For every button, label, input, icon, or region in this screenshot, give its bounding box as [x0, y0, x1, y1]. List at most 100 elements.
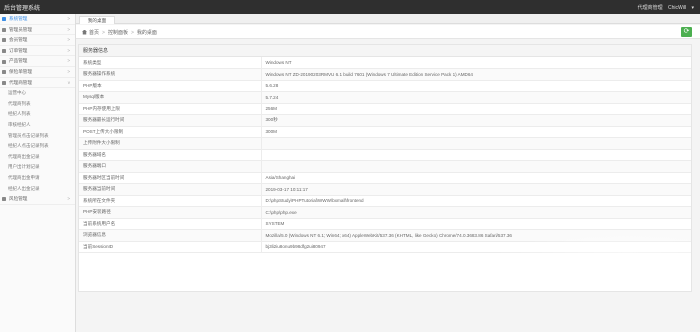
app-title: 后台管理系统	[4, 6, 41, 12]
user-area[interactable]: 代理商管理 ChicWill ▾	[634, 4, 694, 11]
chevron-icon: >	[67, 26, 70, 32]
sidebar-item-label: 风险管理	[9, 196, 28, 202]
sidebar-subitem[interactable]: 经纪人点击记录列表	[0, 141, 75, 152]
menu-icon	[2, 17, 6, 22]
sidebar-item-members[interactable]: 会员管理 >	[0, 35, 75, 46]
row-key: 浏览器信息	[79, 229, 262, 242]
chevron-icon: >	[67, 68, 70, 74]
breadcrumb-level1[interactable]: 控制面板	[108, 30, 128, 36]
sidebar-item-orders[interactable]: 订单管理 >	[0, 46, 75, 57]
table-row: 当前系统用户名 SYSTEM	[79, 218, 691, 230]
row-key: 系统类型	[79, 57, 262, 69]
menu-icon	[2, 197, 6, 202]
sidebar-item-risk[interactable]: 风险管理 >	[0, 194, 75, 205]
row-value: 300M	[261, 126, 691, 138]
menu-icon	[2, 38, 6, 43]
chevron-icon: >	[67, 47, 70, 53]
menu-icon	[2, 70, 6, 75]
row-key: 服务器时区当前时间	[79, 172, 262, 184]
tab-my-desktop[interactable]: 我的桌面	[79, 16, 115, 24]
sidebar-item-label: 订单管理	[9, 47, 28, 53]
row-value: SYSTEM	[261, 218, 691, 230]
row-value: 2019-03-17 10:11:17	[261, 183, 691, 196]
chevron-icon: >	[67, 196, 70, 202]
sidebar-item-label: 系统管理	[9, 16, 28, 21]
sidebar-item-products[interactable]: 产品管理 >	[0, 56, 75, 67]
username[interactable]: ChicWill	[668, 5, 686, 11]
sidebar: 系统管理 > 管理员管理 > 会员管理 > 订单管理 > 产品管理 > 保险单管理 > 代理…	[0, 14, 76, 332]
sidebar-subitem[interactable]: 审核经纪人	[0, 120, 75, 131]
table-row: 服务器最长运行时间 300秒	[79, 114, 691, 127]
table-row: 服务器当前时间 2019-03-17 10:11:17	[79, 183, 691, 196]
sidebar-item-label: 产品管理	[9, 58, 28, 64]
user-role[interactable]: 代理商管理	[638, 5, 663, 11]
breadcrumb-level2: 我的桌面	[136, 30, 157, 36]
table-row: PHP版本 5.6.28	[79, 80, 691, 92]
row-key: 服务器端口	[79, 160, 262, 173]
refresh-button[interactable]: ⟳	[681, 27, 692, 37]
sidebar-subitem[interactable]: 代理商列表	[0, 99, 75, 110]
sidebar-item-agents[interactable]: 代理商管理 v	[0, 78, 75, 89]
row-value: Windows NT	[261, 57, 691, 69]
row-key: 服务器域名	[79, 149, 262, 161]
sidebar-item-label: 会员管理	[9, 37, 28, 43]
table-row: 系统类型 Windows NT	[79, 57, 691, 69]
sidebar-subitem[interactable]: 运营中心	[0, 88, 75, 99]
server-info-table: 系统类型 Windows NT 服务器操作系统 Windows NT ZD-2019…	[79, 57, 691, 253]
top-bar: 后台管理系统 代理商管理 ChicWill ▾	[0, 0, 700, 14]
sidebar-item-label: 代理商管理	[9, 79, 32, 85]
row-key: PHP内存使用上限	[79, 103, 262, 115]
table-row: 服务器操作系统 Windows NT ZD-20190203RMVU 6.1 bu…	[79, 68, 691, 81]
row-key: 上传附件大小限制	[79, 137, 262, 150]
menu-icon	[2, 59, 6, 64]
row-value	[261, 137, 691, 150]
sidebar-subitem[interactable]: 经纪人列表	[0, 109, 75, 120]
sidebar-subitem[interactable]: 代理商出金记录	[0, 152, 75, 163]
sidebar-item-insurance[interactable]: 保险单管理 >	[0, 67, 75, 78]
row-value: Mozilla/5.0 (Windows NT 6.1; Win64; x64)…	[261, 229, 691, 242]
row-value: Windows NT ZD-20190203RMVU 6.1 build 760…	[261, 68, 691, 81]
chevron-icon: >	[67, 58, 70, 64]
row-key: 服务器当前时间	[79, 183, 262, 196]
row-value: 5.7.24	[261, 91, 691, 104]
row-value: 300秒	[261, 114, 691, 127]
row-value: D:\phpStudy\PHPTutorial\WWW\bxmall\front…	[261, 195, 691, 207]
chevron-icon: v	[67, 79, 70, 85]
row-key: 系统所在文件夹	[79, 195, 262, 207]
breadcrumb: 首页 > 控制面板 > 我的桌面	[82, 29, 157, 36]
menu-icon	[2, 49, 6, 54]
row-value	[261, 149, 691, 161]
panel-title: 服务器信息	[79, 45, 691, 57]
table-row: Mysql版本 5.7.24	[79, 91, 691, 104]
breadcrumb-home[interactable]: 首页	[89, 30, 99, 36]
breadcrumb-separator: >	[130, 30, 134, 36]
table-row: 服务器端口	[79, 160, 691, 173]
chevron-icon: >	[67, 16, 70, 21]
row-key: PHP版本	[79, 80, 262, 92]
sidebar-subitem[interactable]: 经纪人出金记录	[0, 184, 75, 195]
row-value: 256M	[261, 103, 691, 115]
row-value	[261, 160, 691, 173]
sidebar-item-admins[interactable]: 管理员管理 >	[0, 25, 75, 36]
table-row: PHP安装路径 C:\php\php.exe	[79, 206, 691, 219]
menu-icon	[2, 80, 6, 85]
tab-bar: 我的桌面	[76, 14, 700, 24]
row-value: Asia/Shanghai	[261, 172, 691, 184]
table-row: 浏览器信息 Mozilla/5.0 (Windows NT 6.1; Win64;…	[79, 229, 691, 242]
row-value: C:\php\php.exe	[261, 206, 691, 219]
chevron-down-icon[interactable]: ▾	[691, 5, 694, 11]
table-row: 系统所在文件夹 D:\phpStudy\PHPTutorial\WWW\bxmal…	[79, 195, 691, 207]
refresh-icon: ⟳	[683, 28, 690, 35]
table-row: 服务器域名	[79, 149, 691, 161]
sidebar-item-system[interactable]: 系统管理 >	[0, 14, 75, 25]
home-icon	[82, 29, 87, 35]
table-row: POST上传大小限制 300M	[79, 126, 691, 138]
sidebar-subitem[interactable]: 用户出计划记录	[0, 162, 75, 173]
server-info-panel: 服务器信息 系统类型 Windows NT 服务器操作系统 Windows NT Z…	[78, 44, 692, 292]
table-row: PHP内存使用上限 256M	[79, 103, 691, 115]
row-key: Mysql版本	[79, 91, 262, 104]
sidebar-subitem[interactable]: 代理商出金申请	[0, 173, 75, 184]
row-key: 当前SessionID	[79, 241, 262, 253]
sidebar-subitem[interactable]: 管理员点击记录列表	[0, 131, 75, 142]
sidebar-item-label: 管理员管理	[9, 26, 32, 32]
